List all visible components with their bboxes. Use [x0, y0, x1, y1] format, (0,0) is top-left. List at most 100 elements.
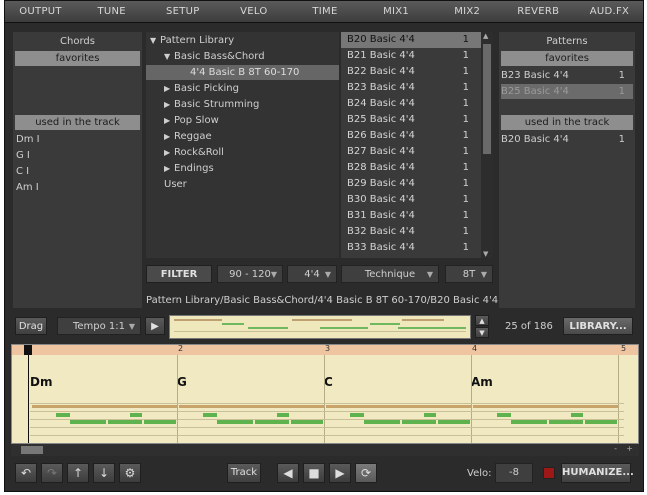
- chord-note[interactable]: [70, 420, 106, 424]
- bass-note[interactable]: [326, 405, 471, 408]
- pattern-row[interactable]: B27 Basic 4'4 1: [341, 144, 481, 160]
- move-down-button[interactable]: ↓: [93, 463, 115, 483]
- chord-note[interactable]: [585, 420, 617, 424]
- chord-item[interactable]: G I: [16, 150, 30, 161]
- scroll-down-icon[interactable]: ▼: [483, 250, 488, 258]
- chord-note[interactable]: [144, 420, 176, 424]
- play-button[interactable]: ▶: [329, 463, 351, 483]
- chord-label[interactable]: C: [324, 375, 333, 389]
- pattern-row[interactable]: B26 Basic 4'4 1: [341, 128, 481, 144]
- pattern-row[interactable]: B30 Basic 4'4 1: [341, 192, 481, 208]
- bass-note[interactable]: [32, 405, 177, 408]
- timeline-scrollbar[interactable]: - +: [11, 444, 639, 456]
- library-button[interactable]: LIBRARY...: [563, 317, 633, 335]
- pattern-row[interactable]: B23 Basic 4'4 1: [341, 80, 481, 96]
- favorite-pattern-row-selected[interactable]: B25 Basic 4'4 1: [501, 84, 633, 99]
- chord-note[interactable]: [217, 420, 253, 424]
- tab-mix1[interactable]: MIX1: [361, 1, 432, 22]
- tree-root[interactable]: ▼ Pattern Library: [150, 33, 343, 48]
- tree-folder[interactable]: ▶ Rock&Roll: [164, 145, 357, 160]
- pattern-list-scrollbar[interactable]: ▲ ▼: [481, 32, 493, 258]
- patterns-used-header[interactable]: used in the track: [501, 115, 633, 130]
- tempo-select[interactable]: Tempo 1:1 ▼: [57, 317, 141, 335]
- chord-note[interactable]: [108, 420, 142, 424]
- scrollbar-thumb[interactable]: [21, 446, 43, 454]
- chord-note[interactable]: [402, 420, 436, 424]
- scroll-up-icon[interactable]: ▲: [483, 32, 488, 40]
- chord-note[interactable]: [277, 413, 289, 417]
- tab-reverb[interactable]: REVERB: [503, 1, 574, 22]
- tree-folder[interactable]: ▶ Reggae: [164, 129, 357, 144]
- playhead-marker[interactable]: [24, 345, 32, 355]
- signature-select[interactable]: 4'4 ▼: [287, 265, 337, 283]
- preview-play-button[interactable]: ▶: [145, 317, 165, 335]
- tree-user[interactable]: User: [164, 177, 357, 192]
- chord-note[interactable]: [130, 413, 142, 417]
- tab-aud-fx[interactable]: AUD.FX: [574, 1, 643, 22]
- tree-folder[interactable]: ▶ Basic Strumming: [164, 97, 357, 112]
- chord-note[interactable]: [424, 413, 436, 417]
- chord-note[interactable]: [291, 420, 323, 424]
- pattern-row[interactable]: B22 Basic 4'4 1: [341, 64, 481, 80]
- undo-button[interactable]: ↶: [15, 463, 37, 483]
- chord-note[interactable]: [56, 413, 70, 417]
- track-button[interactable]: Track: [227, 463, 261, 483]
- pattern-preview-strip[interactable]: [169, 315, 471, 339]
- tab-velo[interactable]: VELO: [218, 1, 289, 22]
- pattern-row[interactable]: B32 Basic 4'4 1: [341, 224, 481, 240]
- zoom-in-icon[interactable]: +: [626, 444, 633, 453]
- chord-label[interactable]: Am: [471, 375, 493, 389]
- chord-label[interactable]: Dm: [30, 375, 52, 389]
- pattern-row[interactable]: B24 Basic 4'4 1: [341, 96, 481, 112]
- tab-setup[interactable]: SETUP: [147, 1, 218, 22]
- scrollbar-thumb[interactable]: [483, 44, 491, 154]
- chord-timeline[interactable]: 2 3 4 5 Dm G C Am: [11, 344, 639, 444]
- record-indicator[interactable]: [543, 467, 555, 479]
- chord-note[interactable]: [497, 413, 511, 417]
- chords-favorites-header[interactable]: favorites: [15, 51, 140, 66]
- drag-button[interactable]: Drag: [15, 317, 47, 335]
- bass-note[interactable]: [473, 405, 618, 408]
- tree-folder[interactable]: ▶ Basic Picking: [164, 81, 357, 96]
- chords-used-header[interactable]: used in the track: [15, 115, 140, 130]
- chord-note[interactable]: [350, 413, 364, 417]
- favorite-pattern-row[interactable]: B23 Basic 4'4 1: [501, 68, 633, 83]
- pattern-row[interactable]: B25 Basic 4'4 1: [341, 112, 481, 128]
- preview-next-button[interactable]: ▼: [475, 327, 489, 338]
- chord-note[interactable]: [255, 420, 289, 424]
- pattern-row[interactable]: B21 Basic 4'4 1: [341, 48, 481, 64]
- chord-label[interactable]: G: [177, 375, 187, 389]
- tree-subfolder-selected[interactable]: 4'4 Basic B 8T 60-170: [146, 65, 339, 80]
- chord-note[interactable]: [549, 420, 583, 424]
- used-pattern-row[interactable]: B20 Basic 4'4 1: [501, 132, 633, 147]
- tree-folder[interactable]: ▶ Pop Slow: [164, 113, 357, 128]
- pattern-row[interactable]: B31 Basic 4'4 1: [341, 208, 481, 224]
- feel-select[interactable]: 8T ▼: [445, 265, 493, 283]
- timeline-ruler[interactable]: 2 3 4 5: [12, 345, 638, 355]
- pattern-row[interactable]: B28 Basic 4'4 1: [341, 160, 481, 176]
- chord-note[interactable]: [571, 413, 583, 417]
- technique-select[interactable]: Technique ▼: [341, 265, 439, 283]
- tree-folder[interactable]: ▶ Endings: [164, 161, 357, 176]
- chord-item[interactable]: Dm I: [16, 134, 40, 145]
- chord-note[interactable]: [511, 420, 547, 424]
- chord-item[interactable]: C I: [16, 166, 29, 177]
- zoom-out-icon[interactable]: -: [614, 444, 617, 453]
- bass-note[interactable]: [179, 405, 324, 408]
- pattern-row[interactable]: B29 Basic 4'4 1: [341, 176, 481, 192]
- patterns-favorites-header[interactable]: favorites: [501, 51, 633, 66]
- pattern-row-selected[interactable]: B20 Basic 4'4 1: [341, 32, 481, 48]
- chord-note[interactable]: [364, 420, 400, 424]
- tab-time[interactable]: TIME: [289, 1, 360, 22]
- tempo-range-select[interactable]: 90 - 120 ▼: [217, 265, 283, 283]
- chord-note[interactable]: [438, 420, 470, 424]
- tree-folder-open[interactable]: ▼ Basic Bass&Chord: [164, 49, 357, 64]
- redo-button[interactable]: ↷: [41, 463, 63, 483]
- tab-mix2[interactable]: MIX2: [432, 1, 503, 22]
- velo-stepper[interactable]: -8: [495, 463, 533, 483]
- move-up-button[interactable]: ↑: [67, 463, 89, 483]
- speaker-button[interactable]: ◀: [277, 463, 299, 483]
- chord-note[interactable]: [203, 413, 217, 417]
- filter-button[interactable]: FILTER: [146, 265, 212, 283]
- preview-prev-button[interactable]: ▲: [475, 315, 489, 326]
